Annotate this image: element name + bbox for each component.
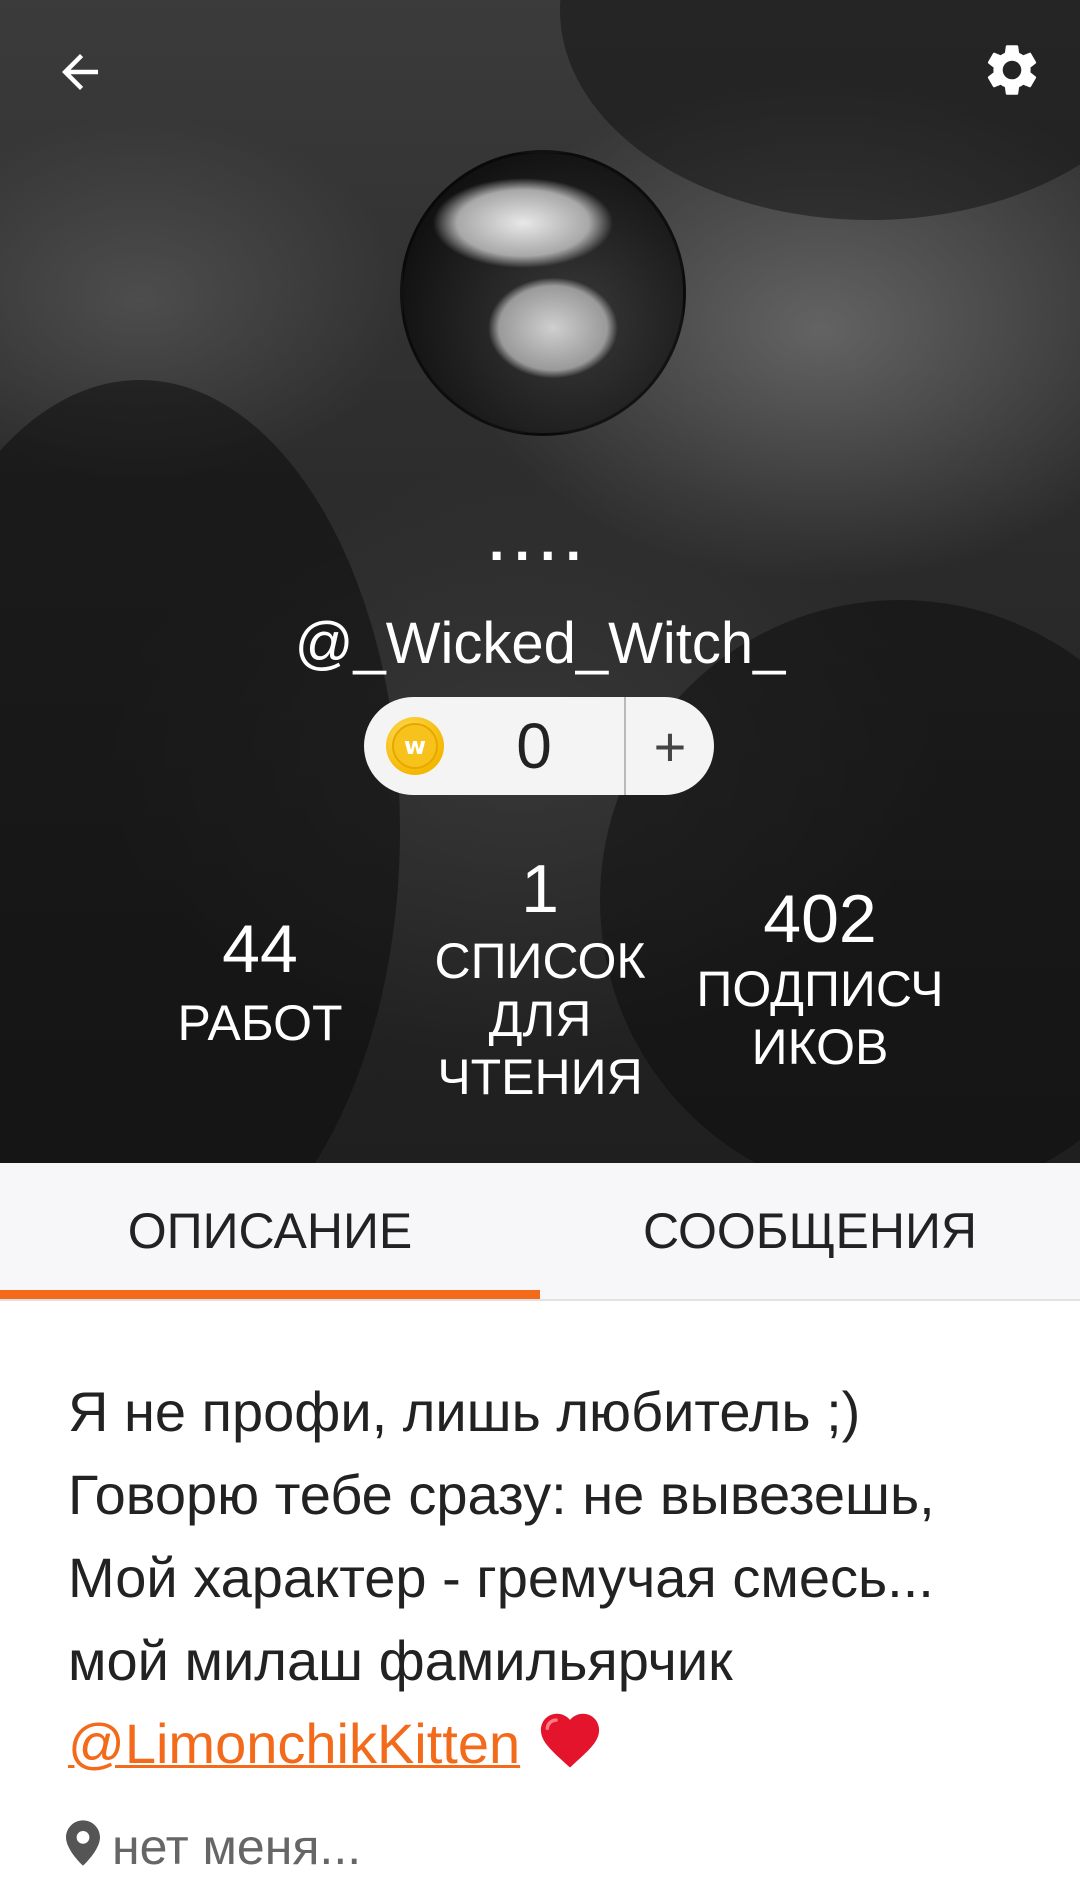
stat-works-label: РАБОТ <box>177 995 343 1051</box>
profile-header: .... @_Wicked_Witch_ w 0 + 44 РАБОТ 1 СП… <box>0 0 1080 1163</box>
heart-icon <box>534 1705 606 1791</box>
display-name: .... <box>488 509 592 572</box>
description-line: Мой характер - гремучая смесь... <box>68 1546 934 1609</box>
profile-location: нет меня... <box>66 1818 361 1878</box>
tab-messages[interactable]: СООБЩЕНИЯ <box>540 1163 1080 1299</box>
wattpad-coin-icon: w <box>386 717 444 775</box>
stat-reading-lists[interactable]: 1 СПИСОК ДЛЯ ЧТЕНИЯ <box>420 850 660 1106</box>
profile-tabs: ОПИСАНИЕ СООБЩЕНИЯ <box>0 1163 1080 1301</box>
profile-avatar[interactable] <box>400 150 686 436</box>
user-mention-link[interactable]: @LimonchikKitten <box>68 1712 520 1775</box>
stat-followers-label-line: ПОДПИСЧ <box>696 961 944 1017</box>
username: @_Wicked_Witch_ <box>294 611 786 676</box>
description-line: Говорю тебе сразу: не вывезешь, <box>68 1463 935 1526</box>
profile-description: Я не профи, лишь любитель ;) Говорю тебе… <box>68 1370 1028 1791</box>
stat-reading-lists-label-line: ЧТЕНИЯ <box>437 1049 643 1105</box>
stat-works-value: 44 <box>222 911 298 987</box>
stat-followers[interactable]: 402 ПОДПИСЧ ИКОВ <box>680 880 960 1076</box>
settings-button[interactable] <box>976 34 1048 106</box>
description-line: Я не профи, лишь любитель ;) <box>68 1380 861 1443</box>
coin-count: 0 <box>516 710 552 782</box>
arrow-left-icon <box>62 54 98 90</box>
stat-reading-lists-value: 1 <box>521 851 559 927</box>
location-text: нет меня... <box>112 1819 362 1875</box>
location-pin-icon <box>66 1820 100 1878</box>
stat-reading-lists-label-line: ДЛЯ <box>488 991 592 1047</box>
tab-about[interactable]: ОПИСАНИЕ <box>0 1163 540 1299</box>
coins-balance: w 0 + <box>364 697 714 795</box>
stat-followers-value: 402 <box>763 881 877 957</box>
stat-works[interactable]: 44 РАБОТ <box>160 910 360 1052</box>
add-coins-button[interactable]: + <box>626 697 714 795</box>
stat-followers-label-line: ИКОВ <box>751 1019 889 1075</box>
stat-reading-lists-label-line: СПИСОК <box>434 933 646 989</box>
back-button[interactable] <box>44 36 116 108</box>
gear-icon <box>987 45 1037 95</box>
description-line-mention: @LimonchikKitten <box>68 1702 1028 1791</box>
description-line: мой милаш фамильярчик <box>68 1629 733 1692</box>
